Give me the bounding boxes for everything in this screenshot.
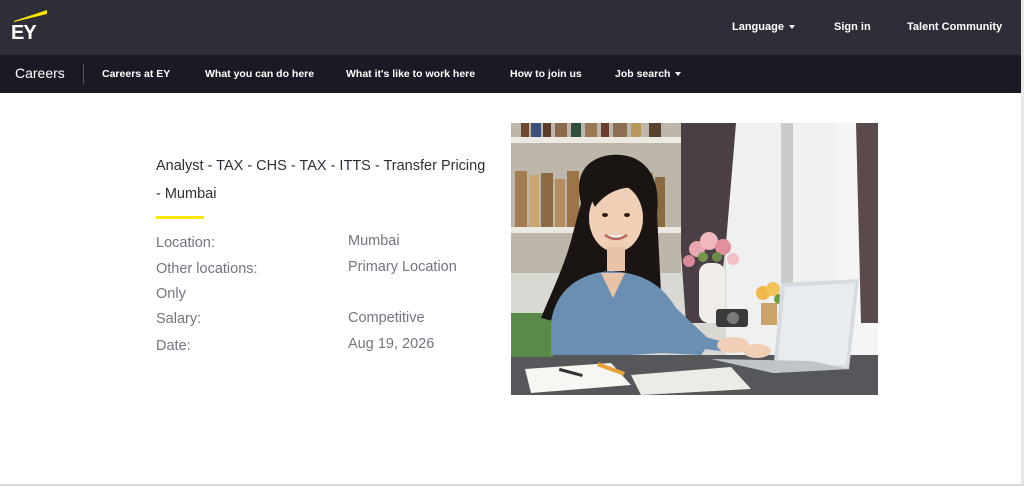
job-search-label: Job search: [615, 68, 671, 80]
job-title-line-2: - Mumbai: [156, 186, 217, 202]
talent-community-link[interactable]: Talent Community: [907, 21, 1002, 33]
job-title-line-1: Analyst - TAX - CHS - TAX - ITTS - Trans…: [156, 158, 486, 174]
location-label: Location:: [156, 235, 215, 251]
nav-item-how-to-join[interactable]: How to join us: [510, 68, 582, 80]
nav-item-what-you-can-do[interactable]: What you can do here: [205, 68, 314, 80]
language-menu[interactable]: Language: [732, 21, 795, 33]
other-locations-continued: Only: [156, 286, 186, 302]
salary-value: Competitive: [348, 310, 425, 326]
language-label: Language: [732, 21, 784, 33]
nav-divider: [83, 64, 84, 84]
date-label: Date:: [156, 338, 191, 354]
top-header: EY Language Sign in Talent Community: [0, 0, 1021, 55]
chevron-down-icon: [788, 25, 795, 30]
nav-item-work-here[interactable]: What it's like to work here: [346, 68, 475, 80]
salary-label: Salary:: [156, 311, 202, 327]
sign-in-link[interactable]: Sign in: [834, 21, 871, 33]
nav-item-careers-at-ey[interactable]: Careers at EY: [102, 68, 170, 80]
careers-home-link[interactable]: Careers: [15, 65, 65, 81]
job-title: Analyst - TAX - CHS - TAX - ITTS - Trans…: [156, 152, 501, 208]
title-underline: [156, 216, 204, 219]
logo-text: EY: [11, 22, 37, 44]
chevron-down-icon: [675, 72, 682, 77]
main-navigation: Careers Careers at EY What you can do he…: [0, 55, 1021, 93]
date-value: Aug 19, 2026: [348, 336, 435, 352]
job-hero-image: [511, 123, 878, 395]
woman-at-laptop-illustration: [511, 123, 878, 395]
nav-item-job-search[interactable]: Job search: [615, 68, 682, 80]
other-locations-label: Other locations:: [156, 261, 258, 277]
logo-beam-icon: [14, 10, 47, 22]
ey-logo[interactable]: EY: [10, 10, 47, 44]
location-value: Mumbai: [348, 233, 400, 249]
other-locations-value: Primary Location: [348, 259, 457, 275]
